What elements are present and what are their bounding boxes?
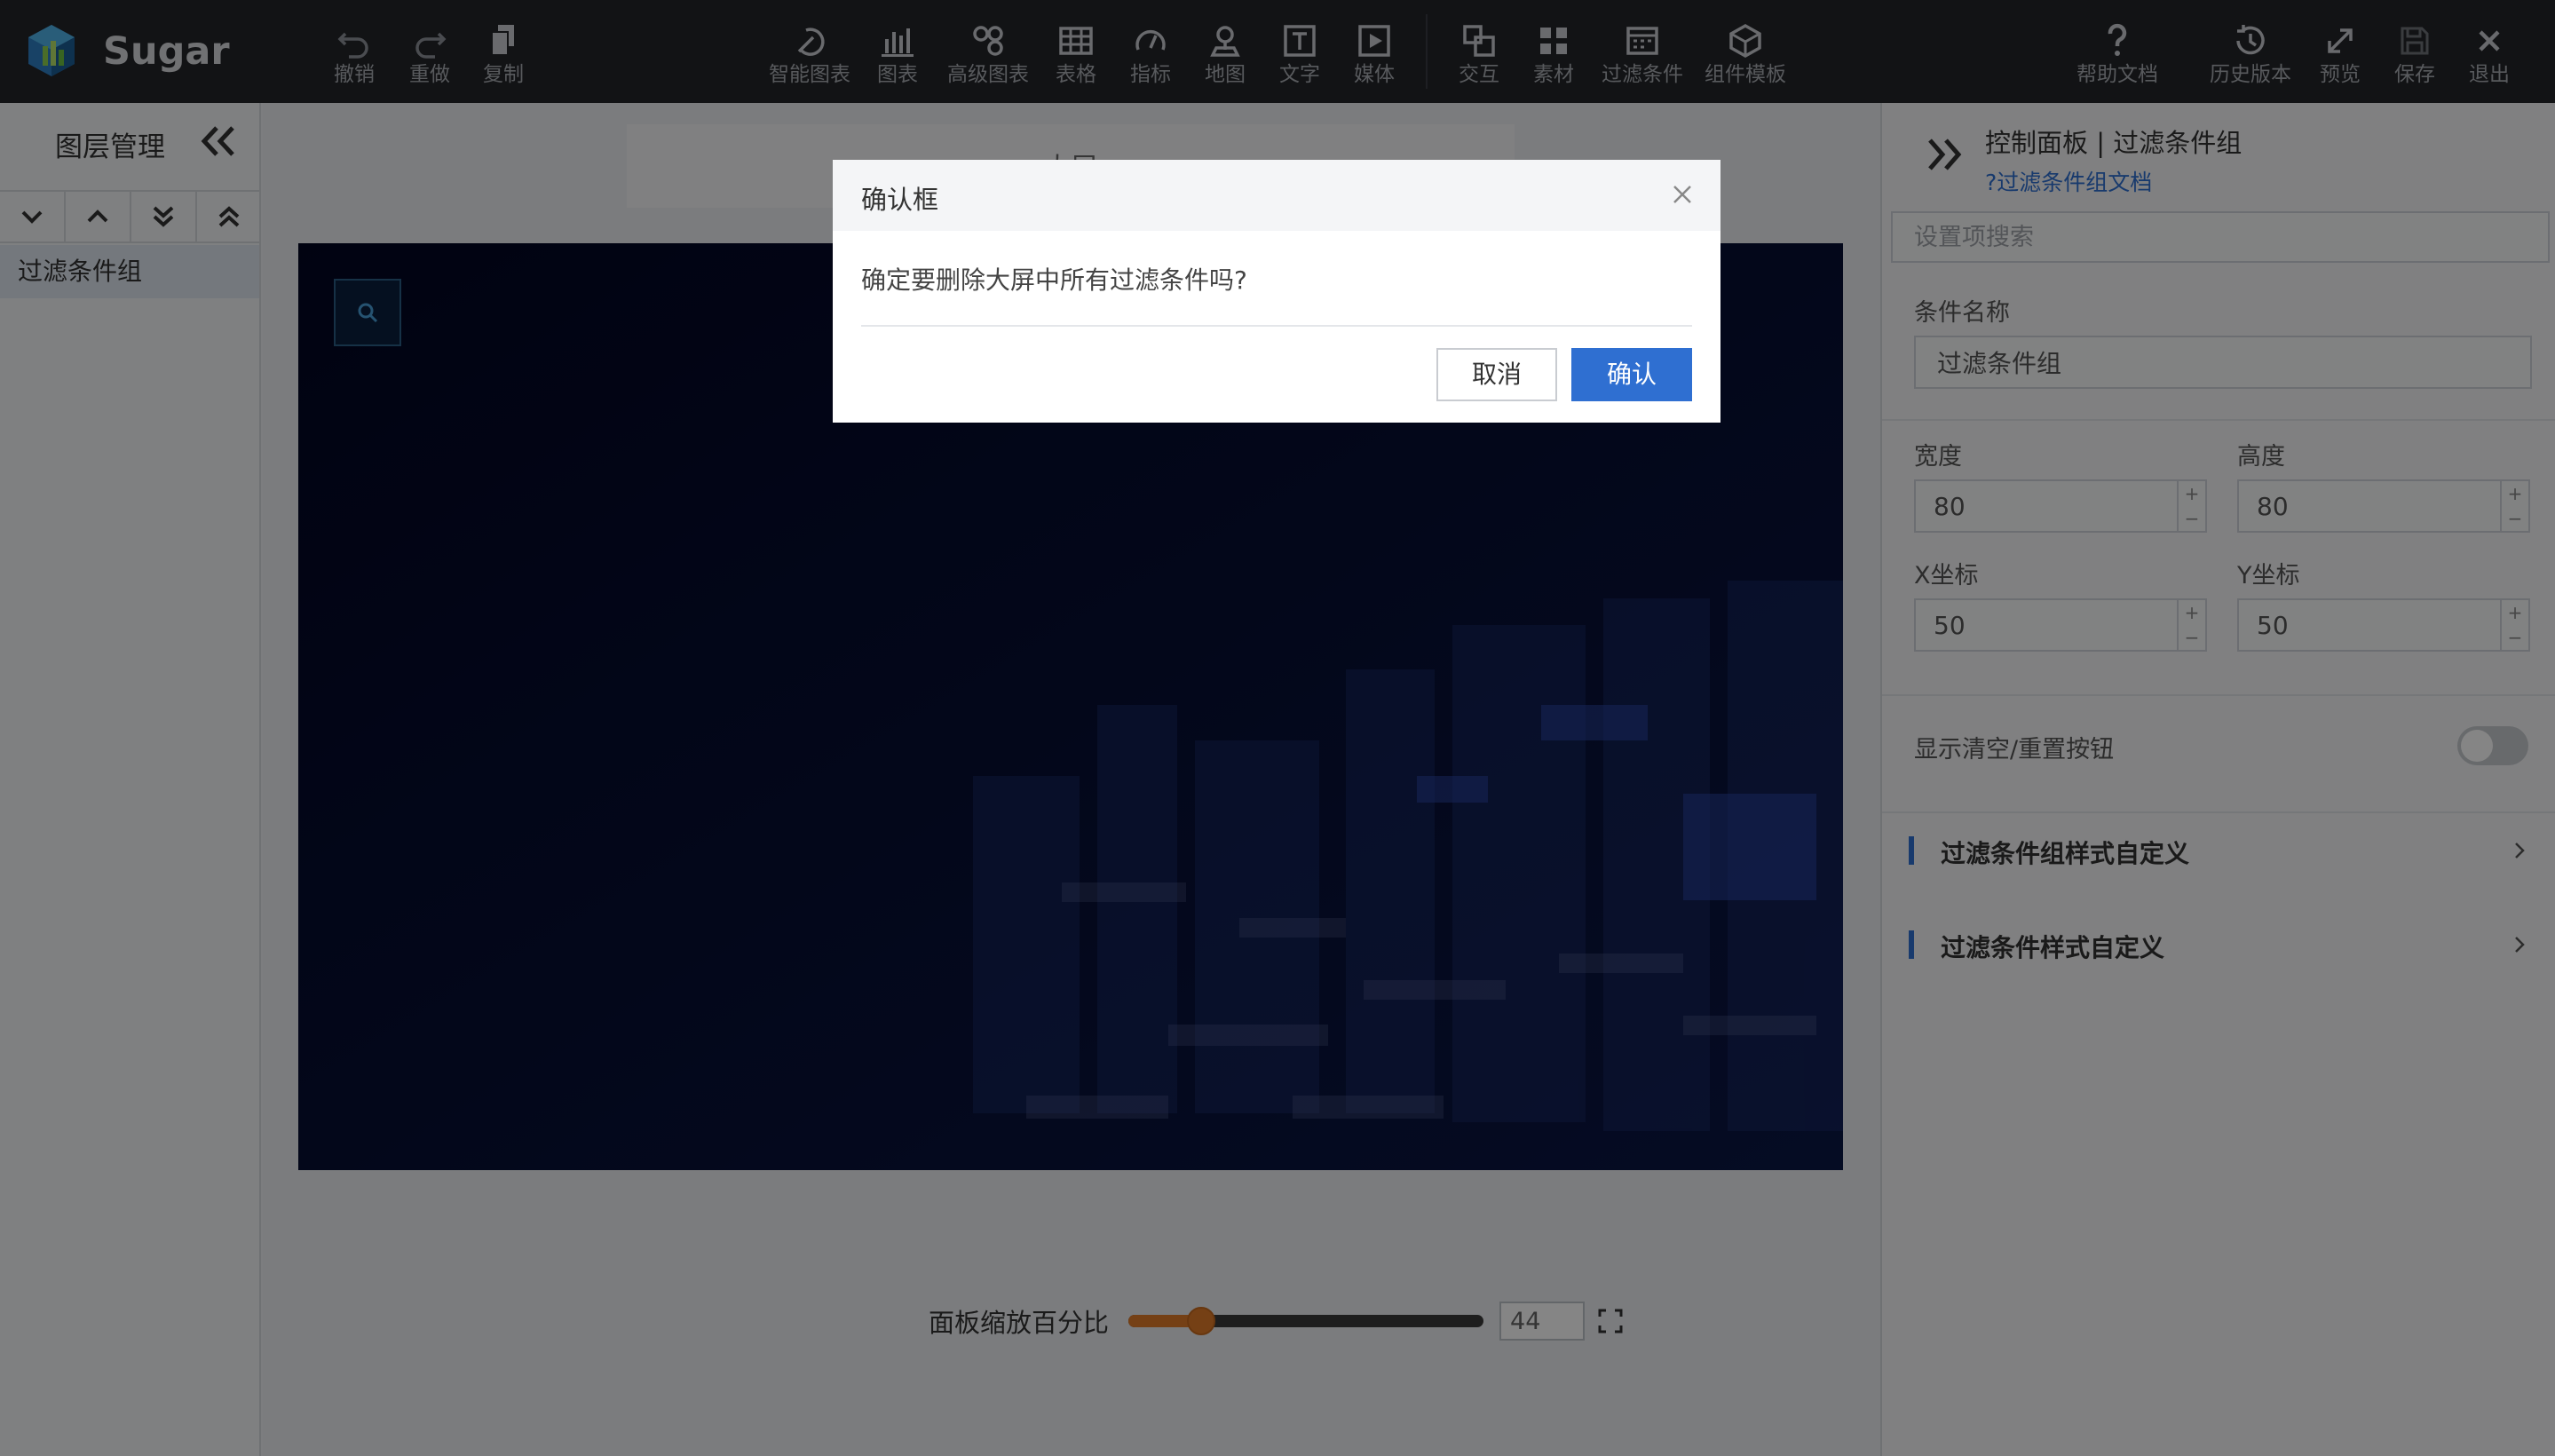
- cancel-button[interactable]: 取消: [1436, 348, 1557, 401]
- dialog-divider: [861, 325, 1692, 327]
- dialog-header: 确认框: [833, 160, 1720, 231]
- dialog-title: 确认框: [861, 185, 939, 215]
- close-icon[interactable]: [1669, 181, 1696, 208]
- confirm-button[interactable]: 确认: [1571, 348, 1692, 401]
- dialog-message: 确定要删除大屏中所有过滤条件吗?: [861, 265, 1247, 295]
- confirm-dialog: 确认框 确定要删除大屏中所有过滤条件吗? 取消 确认: [833, 160, 1720, 423]
